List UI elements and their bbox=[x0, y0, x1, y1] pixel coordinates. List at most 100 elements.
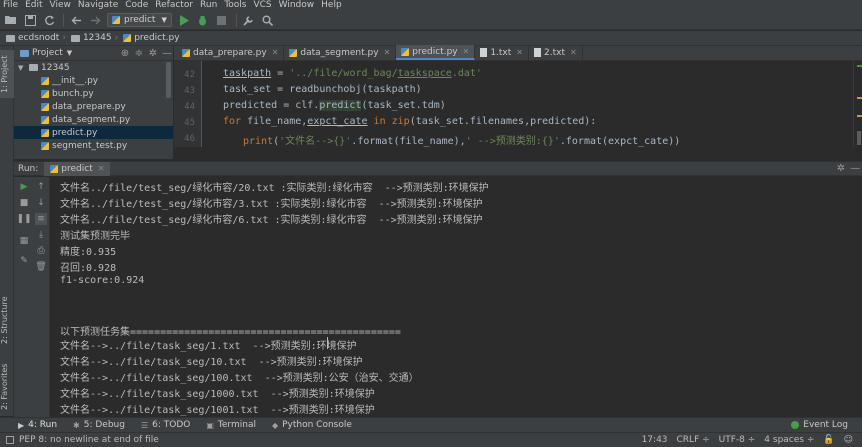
tree-item-file-selected[interactable]: predict.py bbox=[14, 126, 173, 139]
editor-tab[interactable]: 2.txt ✕ bbox=[529, 45, 583, 60]
tool-tab-python-console[interactable]: ◆ Python Console bbox=[272, 420, 352, 430]
project-scrollbar[interactable] bbox=[166, 62, 171, 98]
close-icon[interactable]: ✕ bbox=[272, 48, 279, 57]
close-icon[interactable]: ✕ bbox=[516, 48, 523, 57]
lock-icon[interactable]: 🔓 bbox=[823, 435, 834, 445]
tree-item-file[interactable]: segment_test.py bbox=[14, 139, 173, 152]
gear-icon[interactable]: ✲ bbox=[147, 48, 159, 59]
event-log-icon bbox=[791, 421, 800, 429]
forward-icon[interactable] bbox=[88, 13, 102, 27]
close-icon[interactable]: ✕ bbox=[98, 164, 105, 173]
breadcrumb-item-file[interactable]: predict.py bbox=[134, 33, 179, 43]
project-tree: ▼ 12345 __init__.py bunch.py data_prepar… bbox=[14, 61, 173, 159]
encoding-selector[interactable]: UTF-8 ÷ bbox=[719, 435, 756, 445]
menu-vcs[interactable]: VCS bbox=[253, 0, 271, 11]
layout-icon[interactable]: ▦ bbox=[18, 235, 30, 247]
trash-icon[interactable]: 🗑 bbox=[35, 261, 47, 273]
warning-mark[interactable] bbox=[857, 115, 862, 117]
window-icon[interactable] bbox=[6, 436, 14, 444]
code-line: predicted = clf.predict(task_set.tdm) bbox=[223, 100, 446, 111]
soft-wrap-icon[interactable]: ≡ bbox=[35, 213, 47, 225]
menu-file[interactable]: File bbox=[3, 0, 18, 11]
run-icon[interactable] bbox=[177, 13, 191, 27]
breadcrumb: ecdsnodt › 12345 › predict.py bbox=[0, 31, 862, 46]
open-folder-icon[interactable] bbox=[4, 13, 18, 27]
editor-tab-label: predict.py bbox=[412, 46, 458, 57]
line-number: 46 bbox=[184, 134, 195, 144]
hector-icon[interactable]: ☺ bbox=[844, 435, 853, 445]
project-panel-title[interactable]: Project bbox=[32, 48, 63, 58]
caret-position[interactable]: 17:43 bbox=[642, 435, 668, 445]
editor-tab[interactable]: 1.txt ✕ bbox=[475, 45, 529, 60]
tool-tab-run[interactable]: ▶ 4: Run bbox=[18, 420, 57, 430]
menu-edit[interactable]: Edit bbox=[25, 0, 42, 11]
debug-icon[interactable] bbox=[196, 13, 210, 27]
warning-mark[interactable] bbox=[857, 97, 862, 99]
gear-icon[interactable]: ✲ bbox=[834, 163, 848, 174]
close-icon[interactable]: ✕ bbox=[384, 48, 391, 57]
run-tab[interactable]: predict ✕ bbox=[44, 161, 111, 176]
tool-tab-todo[interactable]: ☰ 6: TODO bbox=[141, 420, 190, 430]
editor-tab[interactable]: data_segment.py ✕ bbox=[284, 45, 397, 60]
scroll-down-icon[interactable]: ↓ bbox=[35, 197, 47, 209]
python-file-icon bbox=[401, 47, 410, 56]
hide-icon[interactable]: — bbox=[161, 48, 173, 59]
line-separator-selector[interactable]: CRLF ÷ bbox=[677, 435, 710, 445]
run-console[interactable]: 文件名../file/test_seg/绿化市容/20.txt :实际类别:绿化… bbox=[51, 177, 862, 417]
breadcrumb-item-root[interactable]: ecdsnodt bbox=[18, 33, 59, 43]
scroll-to-end-icon[interactable]: ⤓ bbox=[35, 229, 47, 241]
search-icon[interactable] bbox=[261, 13, 275, 27]
tree-item-file[interactable]: data_prepare.py bbox=[14, 100, 173, 113]
stop-icon[interactable]: ■ bbox=[18, 197, 30, 209]
menu-tools[interactable]: Tools bbox=[224, 0, 246, 11]
indent-selector[interactable]: 4 spaces ÷ bbox=[764, 435, 814, 445]
code-line: task_set = readbunchobj(taskpath) bbox=[223, 84, 422, 95]
stop-icon[interactable] bbox=[215, 13, 229, 27]
menu-window[interactable]: Window bbox=[279, 0, 315, 11]
rerun-icon[interactable]: ▶ bbox=[18, 181, 30, 193]
editor-gutter: 42 43 44 45 46 bbox=[174, 61, 202, 147]
menu-code[interactable]: Code bbox=[125, 0, 148, 11]
breadcrumb-separator: › bbox=[114, 33, 119, 43]
scroll-up-icon[interactable]: ↑ bbox=[35, 181, 47, 193]
close-icon[interactable]: ✕ bbox=[463, 47, 470, 56]
toolbar: predict ▼ bbox=[0, 11, 862, 30]
menu-run[interactable]: Run bbox=[200, 0, 217, 11]
editor-tab-bar: data_prepare.py ✕ data_segment.py ✕ pred… bbox=[174, 45, 862, 61]
locate-icon[interactable]: ⊕ bbox=[119, 48, 131, 59]
save-icon[interactable] bbox=[23, 13, 37, 27]
close-icon[interactable]: ✕ bbox=[570, 48, 577, 57]
menu-view[interactable]: View bbox=[50, 0, 71, 11]
event-log-button[interactable]: Event Log bbox=[791, 420, 848, 430]
editor-scrollbar[interactable] bbox=[857, 131, 861, 145]
pause-icon[interactable]: ❚❚ bbox=[16, 213, 31, 225]
hide-icon[interactable]: — bbox=[848, 163, 862, 174]
menu-help[interactable]: Help bbox=[321, 0, 342, 11]
code-editor[interactable]: taskpath = '../file/word_bag/taskspace.d… bbox=[203, 61, 853, 147]
tool-tab-project[interactable]: 1: Project bbox=[0, 50, 14, 98]
text-file-icon bbox=[480, 48, 488, 57]
print-icon[interactable]: ⎙ bbox=[35, 245, 47, 257]
editor-tab[interactable]: data_prepare.py ✕ bbox=[177, 45, 285, 60]
back-icon[interactable] bbox=[69, 13, 83, 27]
tree-item-file[interactable]: bunch.py bbox=[14, 87, 173, 100]
collapse-icon[interactable]: ≑ bbox=[133, 48, 145, 59]
tool-tab-debug[interactable]: ✱ 5: Debug bbox=[73, 420, 125, 430]
python-file-icon bbox=[182, 48, 190, 57]
pin-icon[interactable]: ✎ bbox=[18, 255, 30, 267]
menu-refactor[interactable]: Refactor bbox=[155, 0, 193, 11]
tree-item-file[interactable]: data_segment.py bbox=[14, 113, 173, 126]
tree-item-file[interactable]: __init__.py bbox=[14, 74, 173, 87]
breadcrumb-item-folder[interactable]: 12345 bbox=[83, 33, 112, 43]
menu-navigate[interactable]: Navigate bbox=[78, 0, 118, 11]
sync-icon[interactable] bbox=[42, 13, 56, 27]
tool-tab-terminal[interactable]: ▣ Terminal bbox=[206, 420, 256, 430]
tool-tab-structure[interactable]: 2: Structure bbox=[0, 294, 14, 346]
run-config-select[interactable]: predict ▼ bbox=[107, 13, 172, 27]
editor-tab-active[interactable]: predict.py ✕ bbox=[396, 45, 476, 60]
python-file-icon bbox=[50, 164, 59, 173]
tool-tab-favorites[interactable]: 2: Favorites bbox=[0, 361, 14, 413]
wrench-icon[interactable] bbox=[242, 13, 256, 27]
chevron-down-icon[interactable]: ▼ bbox=[67, 49, 72, 57]
tree-item-folder[interactable]: ▼ 12345 bbox=[14, 61, 173, 74]
